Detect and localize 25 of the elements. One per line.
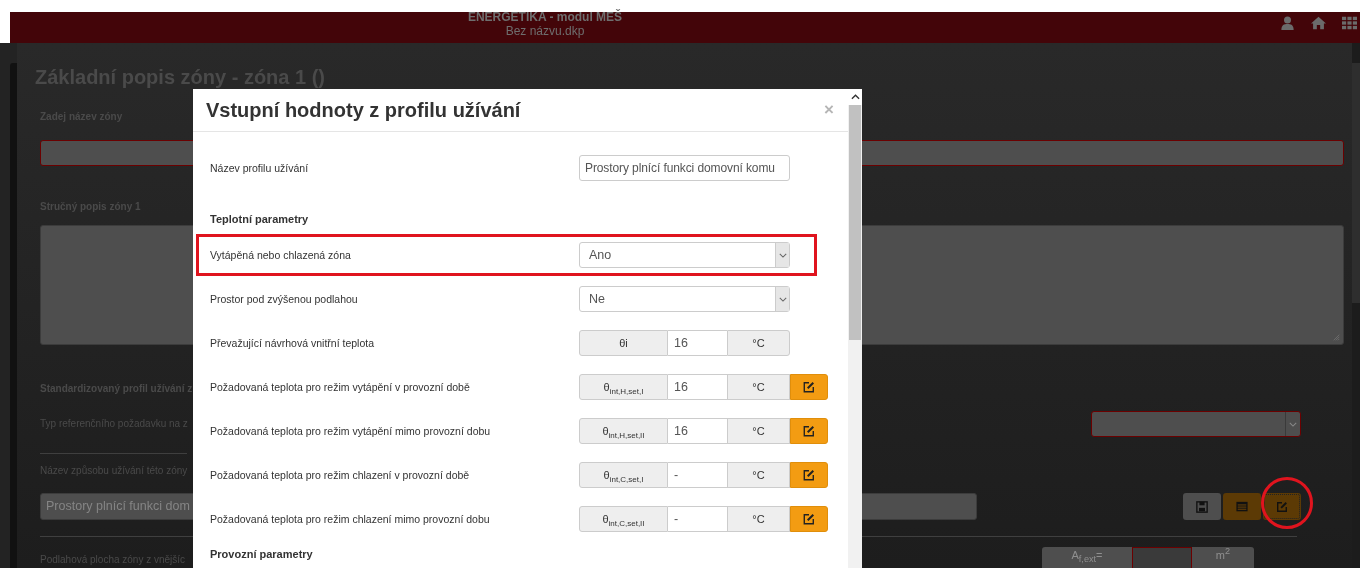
field-label: Převažující návrhová vnitřní teplota [210, 337, 375, 349]
file-name: Bez názvu.dkp [505, 24, 585, 39]
symbol-label: θ$_{int,C,set,II}$ [579, 506, 668, 532]
field-label: Požadovaná teplota pro režim chlazení v provozní době [210, 469, 471, 481]
symbol-label: θ$_{int,H,set,I}$ [579, 374, 668, 400]
field-label: Požadovaná teplota pro režim chlazení mimo provozní dobu [210, 513, 491, 525]
field-label: Prostor pod zvýšenou podlahou [210, 293, 359, 305]
unit-label: °C [727, 330, 790, 356]
unit-label: °C [727, 462, 790, 488]
app-title: ENERGETIKA - modul MEŠ [467, 11, 623, 24]
symbol-label: θ$_{int,H,set,II}$ [579, 418, 668, 444]
field-label: Požadovaná teplota pro režim vytápění v provozní době [210, 381, 471, 393]
dialog-title: Vstupní hodnoty z profilu užívání [206, 98, 521, 122]
field-label: Název profilu užívání [210, 162, 310, 174]
symbol-label: A$_{f,ext}$= [1042, 547, 1132, 568]
symbol-label: θi [579, 330, 668, 356]
field-label: Vytápěná nebo chlazená zóna [210, 249, 352, 261]
unit-label: °C [727, 506, 790, 532]
section-heading: Provozní parametry [210, 547, 314, 561]
field-label: Požadovaná teplota pro režim vytápění mimo provozní dobu [210, 425, 492, 437]
unit-label: m$^{2}$ [1192, 547, 1254, 568]
symbol-label: θ$_{int,C,set,I}$ [579, 462, 668, 488]
unit-label: °C [727, 374, 790, 400]
unit-label: °C [727, 418, 790, 444]
section-heading: Teplotní parametry [210, 212, 310, 227]
